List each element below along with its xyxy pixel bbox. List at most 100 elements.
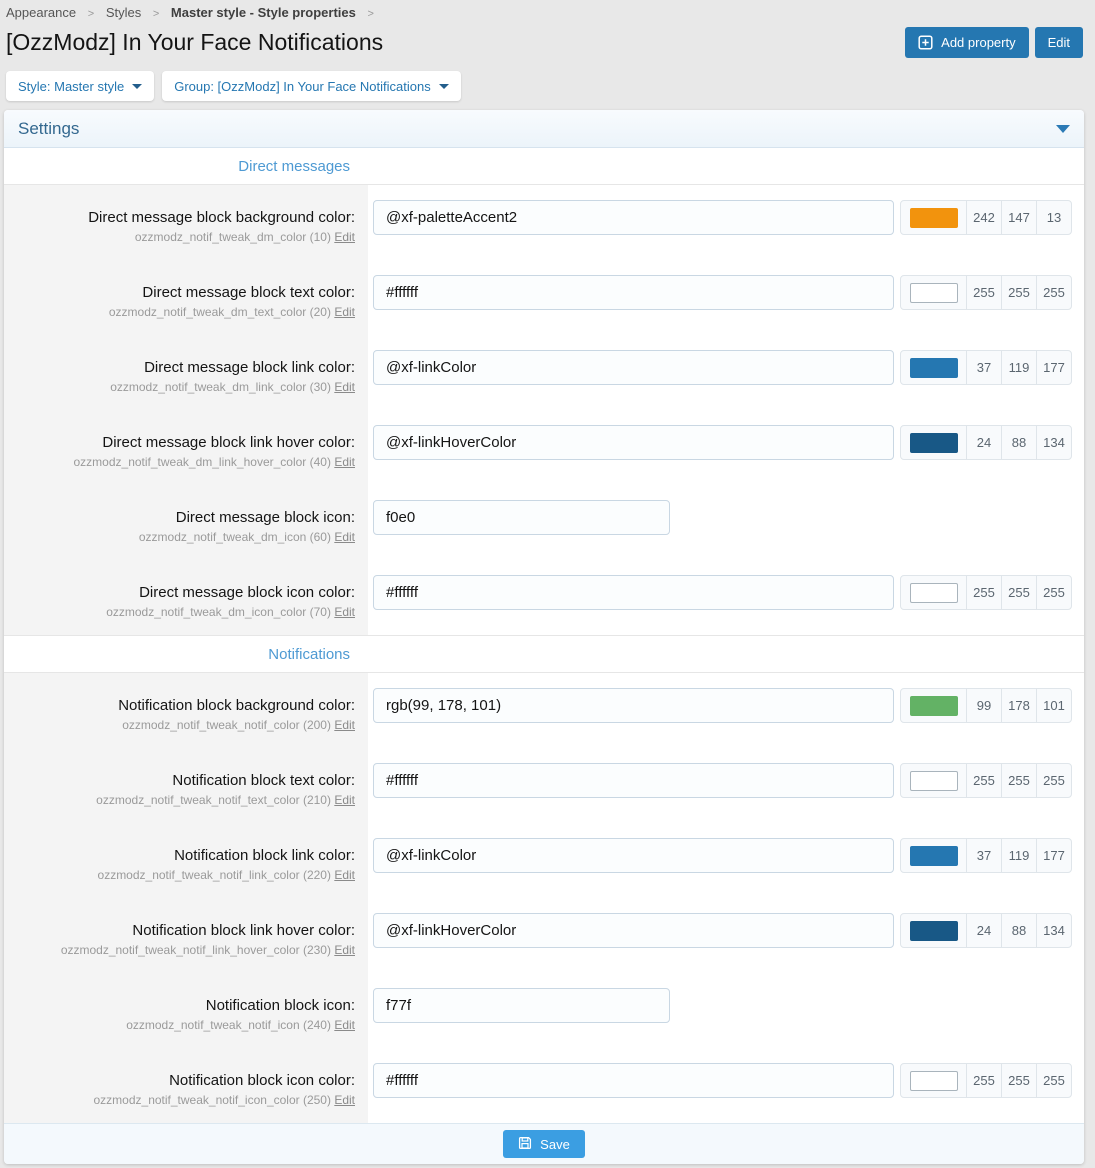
property-edit-link[interactable]: Edit xyxy=(334,530,355,544)
property-value-input[interactable] xyxy=(373,575,894,610)
property-name: ozzmodz_notif_tweak_dm_link_color (30) E… xyxy=(4,380,355,395)
property-label-cell: Notification block background color: ozzm… xyxy=(4,673,368,748)
property-id-text: ozzmodz_notif_tweak_dm_text_color (20) xyxy=(109,305,334,319)
property-label-cell: Notification block icon color:ozzmodz_no… xyxy=(4,1048,368,1123)
property-row: Notification block background color: ozzm… xyxy=(4,673,1084,748)
collapse-chevron-icon[interactable] xyxy=(1056,125,1070,133)
property-name: ozzmodz_notif_tweak_dm_link_hover_color … xyxy=(4,455,355,470)
property-value-cell: 255255255 xyxy=(368,260,1084,335)
property-label-cell: Direct message block link color:ozzmodz_… xyxy=(4,335,368,410)
property-value-input[interactable] xyxy=(373,350,894,385)
rgb-value-r: 37 xyxy=(967,351,1002,384)
plus-square-icon xyxy=(918,35,933,50)
breadcrumb-separator: > xyxy=(88,8,94,20)
property-id-text: ozzmodz_notif_tweak_notif_text_color (21… xyxy=(96,793,334,807)
rgb-value-g: 88 xyxy=(1002,914,1037,947)
property-value-input[interactable] xyxy=(373,913,894,948)
breadcrumb-styles[interactable]: Styles xyxy=(106,5,141,20)
property-value-input[interactable] xyxy=(373,1063,894,1098)
property-edit-link[interactable]: Edit xyxy=(334,793,355,807)
edit-label: Edit xyxy=(1048,35,1070,50)
group-filter-label: Group: [OzzModz] In Your Face Notificati… xyxy=(174,79,431,94)
property-label: Direct message block background color: xyxy=(4,208,355,227)
property-value-input[interactable] xyxy=(373,988,670,1023)
settings-block: Settings Direct messages Direct message b… xyxy=(4,110,1084,1164)
property-row: Notification block icon color:ozzmodz_no… xyxy=(4,1048,1084,1123)
property-edit-link[interactable]: Edit xyxy=(334,230,355,244)
style-filter-dropdown[interactable]: Style: Master style xyxy=(6,71,154,101)
section-heading: Direct messages xyxy=(4,148,1084,185)
add-property-button[interactable]: Add property xyxy=(905,27,1028,58)
property-section: Direct messages Direct message block back… xyxy=(4,148,1084,635)
property-value-input[interactable] xyxy=(373,425,894,460)
property-label: Direct message block link hover color: xyxy=(4,433,355,452)
property-edit-link[interactable]: Edit xyxy=(334,718,355,732)
property-value-input[interactable] xyxy=(373,275,894,310)
property-row: Notification block link color: ozzmodz_no… xyxy=(4,823,1084,898)
property-label-cell: Direct message block text color:ozzmodz_… xyxy=(4,260,368,335)
property-edit-link[interactable]: Edit xyxy=(334,1093,355,1107)
property-row: Notification block icon: ozzmodz_notif_tw… xyxy=(4,973,1084,1048)
rgb-value-g: 119 xyxy=(1002,839,1037,872)
section-heading-label: Direct messages xyxy=(4,158,350,175)
property-label: Direct message block icon: xyxy=(4,508,355,527)
property-value-input[interactable] xyxy=(373,688,894,723)
color-swatch-cell xyxy=(901,914,967,947)
property-label: Notification block icon: xyxy=(4,996,355,1015)
rgb-value-b: 177 xyxy=(1037,839,1071,872)
color-preview-group: 255255255 xyxy=(900,763,1072,798)
style-filter-label: Style: Master style xyxy=(18,79,124,94)
property-value-input[interactable] xyxy=(373,838,894,873)
property-value-input[interactable] xyxy=(373,763,894,798)
property-edit-link[interactable]: Edit xyxy=(334,380,355,394)
color-preview-group: 255255255 xyxy=(900,1063,1072,1098)
property-label: Notification block icon color: xyxy=(4,1071,355,1090)
rgb-value-g: 88 xyxy=(1002,426,1037,459)
property-section: NotificationsNotification block backgrou… xyxy=(4,635,1084,1123)
page-header: Appearance > Styles > Master style - Sty… xyxy=(0,0,1095,101)
breadcrumb-separator: > xyxy=(368,8,374,20)
color-swatch-cell xyxy=(901,351,967,384)
property-id-text: ozzmodz_notif_tweak_dm_icon (60) xyxy=(139,530,334,544)
property-edit-link[interactable]: Edit xyxy=(334,605,355,619)
save-button[interactable]: Save xyxy=(503,1130,585,1158)
property-edit-link[interactable]: Edit xyxy=(334,305,355,319)
property-value-input[interactable] xyxy=(373,200,894,235)
rgb-value-b: 177 xyxy=(1037,351,1071,384)
property-value-cell: 255255255 xyxy=(368,560,1084,635)
property-name: ozzmodz_notif_tweak_dm_color (10) Edit xyxy=(4,230,355,245)
rgb-value-r: 99 xyxy=(967,689,1002,722)
rgb-value-g: 255 xyxy=(1002,1064,1037,1097)
property-edit-link[interactable]: Edit xyxy=(334,943,355,957)
property-label: Notification block background color: xyxy=(4,696,355,715)
rgb-value-b: 101 xyxy=(1037,689,1071,722)
property-edit-link[interactable]: Edit xyxy=(334,1018,355,1032)
property-value-input[interactable] xyxy=(373,500,670,535)
color-swatch-cell xyxy=(901,576,967,609)
color-swatch-cell xyxy=(901,1064,967,1097)
property-id-text: ozzmodz_notif_tweak_dm_link_hover_color … xyxy=(74,455,335,469)
property-row: Direct message block link hover color: oz… xyxy=(4,410,1084,485)
breadcrumb-appearance[interactable]: Appearance xyxy=(6,5,76,20)
property-label: Notification block link color: xyxy=(4,846,355,865)
property-row: Direct message block icon: ozzmodz_notif_… xyxy=(4,485,1084,560)
save-label: Save xyxy=(540,1137,570,1152)
property-name: ozzmodz_notif_tweak_notif_icon (240) Edi… xyxy=(4,1018,355,1033)
color-swatch-cell xyxy=(901,764,967,797)
property-name: ozzmodz_notif_tweak_notif_link_color (22… xyxy=(4,868,355,883)
property-label-cell: Direct message block icon color:ozzmodz_… xyxy=(4,560,368,635)
property-edit-link[interactable]: Edit xyxy=(334,868,355,882)
property-name: ozzmodz_notif_tweak_dm_icon (60) Edit xyxy=(4,530,355,545)
property-name: ozzmodz_notif_tweak_dm_icon_color (70) E… xyxy=(4,605,355,620)
settings-block-header[interactable]: Settings xyxy=(4,110,1084,148)
group-filter-dropdown[interactable]: Group: [OzzModz] In Your Face Notificati… xyxy=(162,71,461,101)
breadcrumb-current-page[interactable]: Master style - Style properties xyxy=(171,5,356,20)
rgb-value-g: 255 xyxy=(1002,276,1037,309)
rgb-value-r: 255 xyxy=(967,276,1002,309)
property-name: ozzmodz_notif_tweak_notif_color (200) Ed… xyxy=(4,718,355,733)
property-label-cell: Notification block icon: ozzmodz_notif_tw… xyxy=(4,973,368,1048)
property-edit-link[interactable]: Edit xyxy=(334,455,355,469)
rgb-value-b: 134 xyxy=(1037,914,1071,947)
edit-button[interactable]: Edit xyxy=(1035,27,1083,58)
property-row: Notification block link hover color:ozzm… xyxy=(4,898,1084,973)
